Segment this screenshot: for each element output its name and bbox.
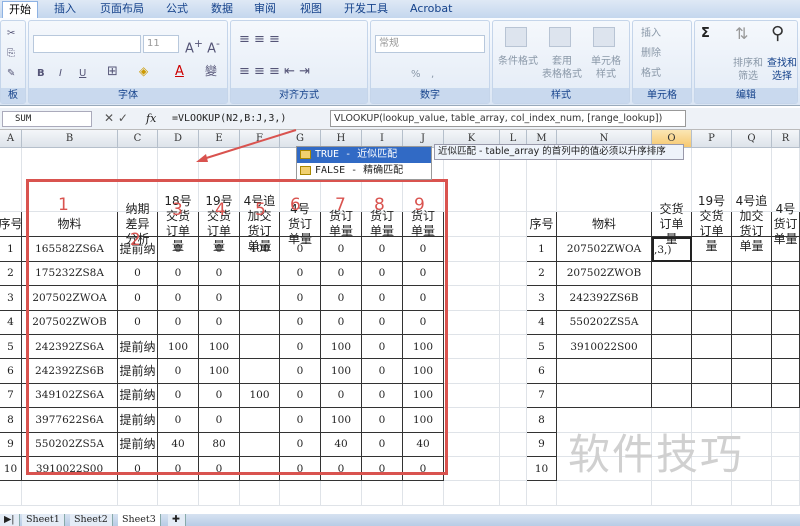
function-arg-icon (300, 150, 311, 159)
autocomplete-label: FALSE - 精确匹配 (315, 165, 404, 176)
sheet-nav-button[interactable]: ▶| (0, 514, 20, 526)
autocomplete-item[interactable]: TRUE - 近似匹配 (297, 147, 431, 163)
autocomplete-item[interactable]: FALSE - 精确匹配 (297, 163, 431, 179)
annotation-number: 7 (335, 195, 346, 215)
annotation-number: 6 (290, 195, 301, 215)
annotation-number: 8 (374, 195, 385, 215)
function-arg-icon (300, 166, 311, 175)
autocomplete-label: TRUE - 近似匹配 (315, 149, 398, 160)
annotation-number: 4 (215, 200, 226, 220)
watermark: 软件技巧 (568, 430, 745, 479)
annotation-number: 2 (130, 230, 141, 250)
annotation-number: 1 (58, 195, 69, 215)
annotation-number: 5 (255, 200, 266, 220)
sheet-tab[interactable]: Sheet3 (118, 514, 161, 526)
sheet-tab[interactable]: Sheet1 (22, 514, 65, 526)
autocomplete-hint: 近似匹配 - table_array 的首列中的值必须以升序排序 (434, 144, 684, 160)
sheet-tab[interactable]: Sheet2 (70, 514, 113, 526)
annotation-number: 9 (414, 195, 425, 215)
annotation-number: 3 (172, 200, 183, 220)
insert-sheet-button[interactable]: ✚ (168, 514, 186, 526)
sheet-tabs: ▶| Sheet1 Sheet2 Sheet3 ✚ (0, 514, 800, 526)
autocomplete-dropdown: TRUE - 近似匹配 FALSE - 精确匹配 (296, 146, 432, 180)
